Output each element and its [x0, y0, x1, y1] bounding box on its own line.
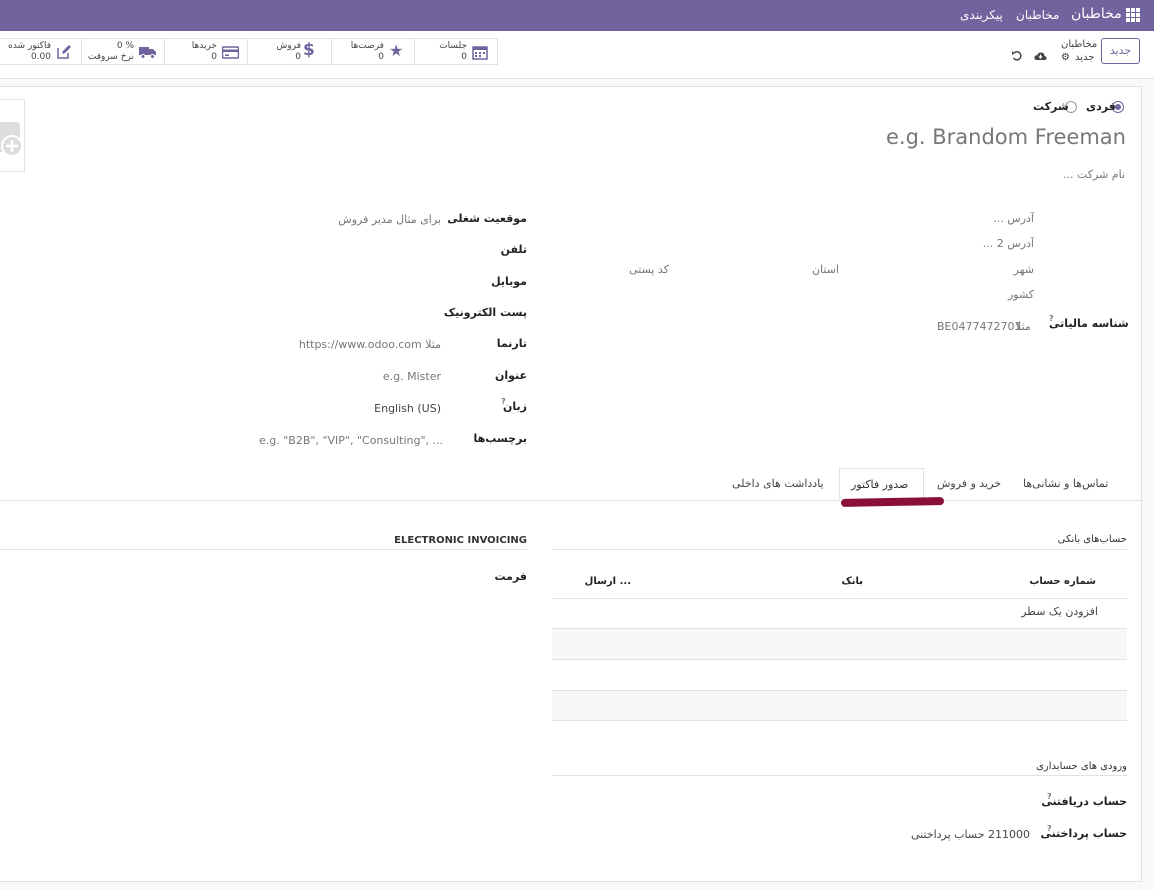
breadcrumb-current: جدید — [1075, 52, 1095, 63]
city-input[interactable]: شهر — [999, 263, 1034, 276]
electronic-invoicing-section-title: ELECTRONIC INVOICING — [394, 535, 527, 546]
tab-invoicing[interactable]: صدور فاکتور — [839, 468, 924, 501]
form-sheet: فردی شرکت e.g. Brandom Freeman نام شرکت … — [0, 86, 1143, 882]
stat-button-opportunities[interactable]: فرصت‌ها 0 ★ — [331, 38, 415, 65]
star-icon: ★ — [389, 41, 404, 60]
email-input[interactable] — [279, 304, 441, 322]
vat-label: شناسه مالیاتی? — [1049, 314, 1129, 330]
app-title[interactable]: مخاطبان — [1071, 6, 1122, 22]
menu-contacts[interactable]: مخاطبان — [1016, 8, 1059, 22]
table-row — [552, 660, 1127, 690]
pencil-square-icon — [56, 44, 72, 60]
avatar-placeholder[interactable] — [0, 99, 25, 172]
discard-undo-icon[interactable] — [1011, 50, 1023, 62]
phone-input[interactable] — [279, 241, 441, 259]
camera-plus-icon — [0, 122, 23, 157]
stat-button-sales[interactable]: فروش 0 $ — [247, 38, 332, 65]
stat-button-meetings[interactable]: جلسات 0 — [414, 38, 498, 65]
menu-configuration[interactable]: پیکربندی — [960, 8, 1003, 22]
bank-accounts-section-title: حساب‌های بانکی — [1057, 534, 1127, 545]
mobile-input[interactable] — [279, 273, 441, 291]
new-button[interactable]: جدید — [1101, 38, 1140, 64]
breadcrumb-parent[interactable]: مخاطبان — [1061, 39, 1097, 50]
radio-individual-label[interactable]: فردی — [1086, 100, 1116, 113]
help-icon[interactable]: ? — [501, 397, 506, 406]
tags-input[interactable]: e.g. "B2B", "VIP", "Consulting", ... — [259, 434, 443, 447]
col-bank: بانک — [841, 576, 863, 587]
top-navbar: مخاطبان مخاطبان پیکربندی — [0, 0, 1154, 31]
name-input[interactable]: e.g. Brandom Freeman — [849, 125, 1126, 149]
payable-account-select[interactable]: 211000 حساب پرداختنی — [879, 828, 1030, 841]
stat-button-invoiced[interactable]: فاکتور شده 0.00 — [0, 38, 82, 65]
company-name-input[interactable]: نام شرکت ... — [979, 168, 1125, 181]
state-input[interactable]: استان — [759, 263, 839, 276]
help-icon[interactable]: ? — [1047, 824, 1052, 833]
help-icon[interactable]: ? — [1049, 314, 1054, 323]
tabs-divider — [0, 500, 1143, 501]
calendar-icon — [472, 44, 488, 60]
gear-icon[interactable]: ⚙ — [1061, 52, 1070, 63]
col-account-number: شماره حساب — [1029, 576, 1096, 587]
control-panel: جدید مخاطبان جدید ⚙ جلسات 0 فرصت‌ها 0 ★ … — [0, 31, 1154, 79]
language-select[interactable]: English (US) — [279, 402, 441, 415]
tab-internal-notes[interactable]: یادداشت های داخلی — [732, 477, 824, 490]
save-cloud-icon[interactable] — [1034, 50, 1047, 63]
annotation-underline — [840, 497, 945, 507]
help-icon[interactable]: ? — [1047, 792, 1052, 801]
street2-input[interactable]: آدرس 2 ... — [899, 237, 1034, 250]
accounting-entries-section-title: ورودی های حسابداری — [1036, 761, 1127, 772]
col-send: ارسال ... — [584, 576, 631, 587]
payable-account-label: حساب پرداختنی? — [1040, 824, 1127, 840]
zip-input[interactable]: کد پستی — [599, 263, 669, 276]
tab-sales-purchase[interactable]: خرید و فروش — [937, 477, 1001, 490]
stat-button-purchases[interactable]: خریدها 0 — [164, 38, 248, 65]
receivable-account-label: حساب دریافتنی? — [1041, 792, 1127, 808]
street-input[interactable]: آدرس ... — [899, 212, 1034, 225]
website-input[interactable]: مثلا https://www.odoo.com — [279, 338, 441, 351]
truck-icon — [139, 44, 156, 60]
vat-input[interactable]: BE0477472701 — [937, 320, 1021, 333]
apps-grid-icon[interactable] — [1126, 8, 1140, 22]
dollar-icon: $ — [303, 40, 315, 60]
add-line-link[interactable]: افزودن یک سطر — [979, 605, 1098, 618]
stat-button-on-time-rate[interactable]: 0 % نرخ سروقت — [81, 38, 165, 65]
tab-contacts-addresses[interactable]: تماس‌ها و نشانی‌ها — [1023, 477, 1108, 490]
credit-card-icon — [221, 44, 240, 60]
country-input[interactable]: کشور — [959, 288, 1034, 301]
title-input[interactable]: e.g. Mister — [279, 370, 441, 383]
radio-company-label[interactable]: شرکت — [1033, 100, 1069, 113]
table-row — [552, 691, 1127, 720]
table-row — [552, 629, 1127, 659]
job-position-input[interactable]: برای مثال مدیر فروش — [279, 213, 441, 226]
format-label: فرمت — [494, 570, 527, 583]
